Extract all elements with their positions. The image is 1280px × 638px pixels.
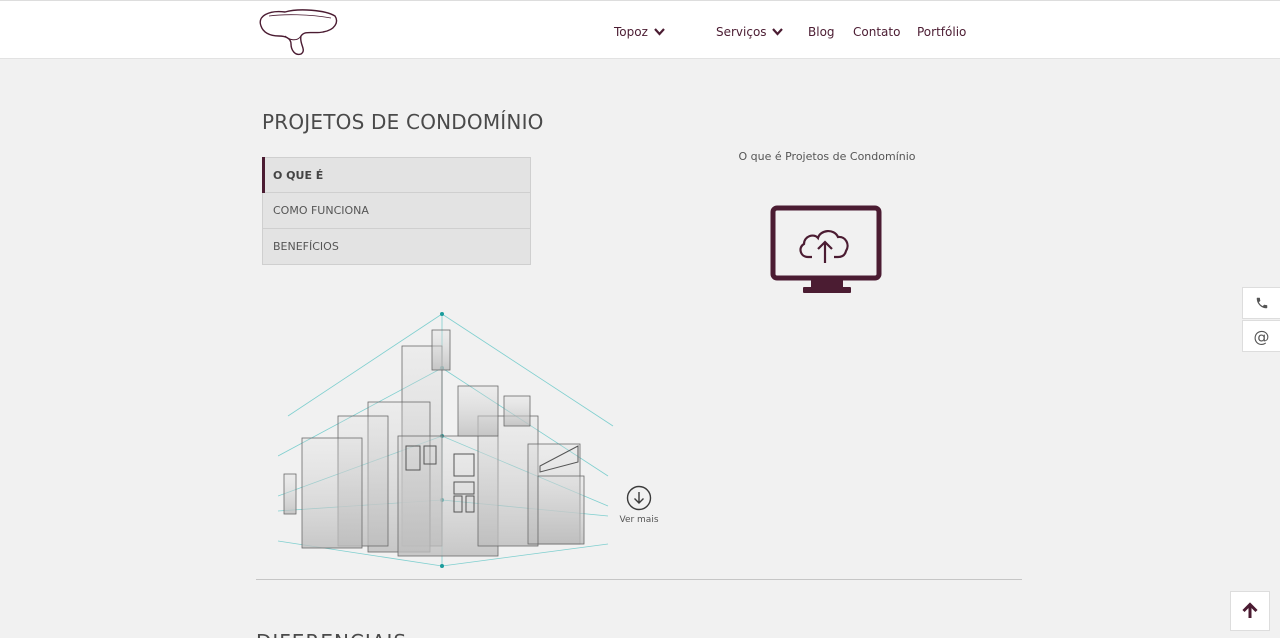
at-sign-icon: @ [1253, 326, 1270, 346]
page-title: PROJETOS DE CONDOMÍNIO [262, 110, 544, 134]
building-illustration [278, 312, 614, 568]
arrow-down-circle-icon [626, 485, 652, 511]
chevron-down-icon [772, 28, 784, 36]
nav-blog[interactable]: Blog [808, 25, 835, 39]
chevron-down-icon [653, 28, 665, 36]
nav-servicos-label: Serviços [716, 25, 767, 39]
tab-list: O QUE É COMO FUNCIONA BENEFÍCIOS [262, 157, 531, 265]
panel-title: O que é Projetos de Condomínio [738, 150, 916, 163]
ver-mais-label: Ver mais [619, 515, 659, 525]
tab-como-funciona[interactable]: COMO FUNCIONA [262, 193, 531, 229]
tab-o-que-e[interactable]: O QUE É [262, 157, 531, 193]
nav-contato[interactable]: Contato [853, 25, 900, 39]
phone-icon [1256, 297, 1267, 309]
scroll-to-top-button[interactable] [1230, 591, 1270, 631]
tab-beneficios[interactable]: BENEFÍCIOS [262, 229, 531, 265]
nav-topoz[interactable]: Topoz [614, 25, 665, 39]
nav-portfolio[interactable]: Portfólio [917, 25, 966, 39]
arrow-up-icon [1242, 602, 1258, 618]
phone-button[interactable] [1242, 287, 1280, 319]
nav-servicos[interactable]: Serviços [716, 25, 784, 39]
section-heading-diferenciais: DIFERENCIAIS [256, 630, 407, 638]
section-divider [256, 579, 1022, 580]
ver-mais-button[interactable]: Ver mais [618, 485, 660, 525]
cloud-upload-monitor-icon [770, 205, 882, 293]
logo[interactable] [255, 6, 341, 56]
nav-topoz-label: Topoz [614, 25, 648, 39]
site-header: Topoz Serviços Blog Contato Portfólio [0, 0, 1280, 59]
email-button[interactable]: @ [1242, 320, 1280, 352]
